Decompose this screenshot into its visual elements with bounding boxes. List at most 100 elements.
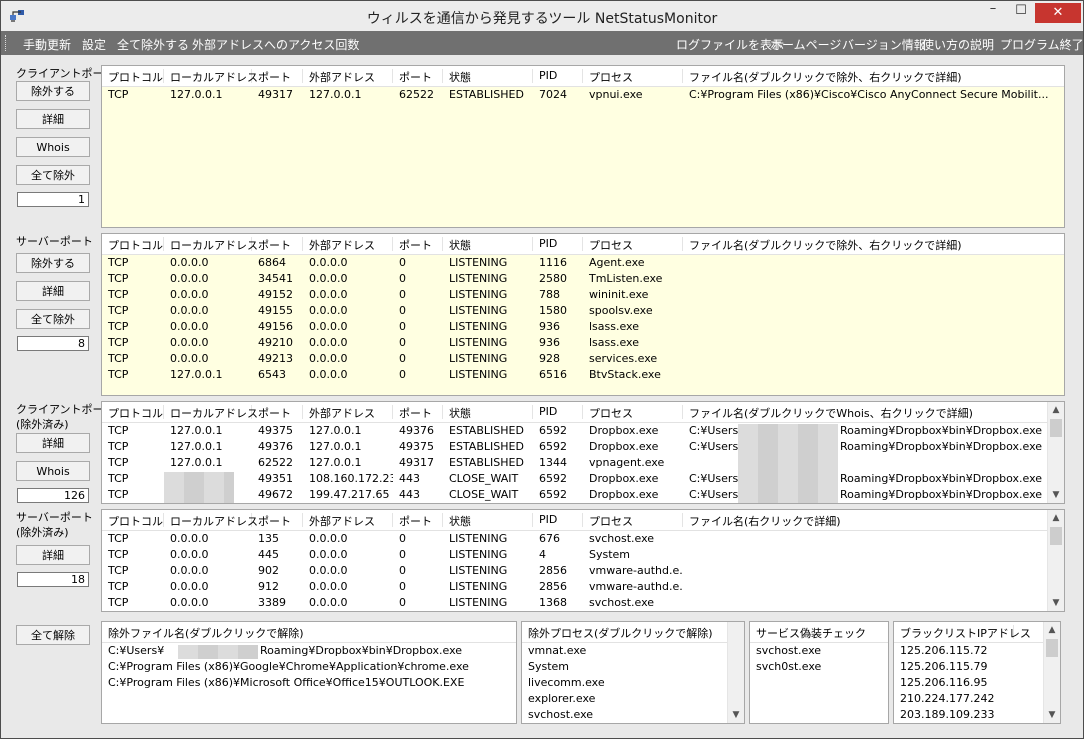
list-item[interactable]: C:¥Program Files (x86)¥Microsoft Office¥… xyxy=(102,675,516,691)
col-header-pid[interactable]: PID xyxy=(533,69,583,83)
col-header-local-address[interactable]: ローカルアドレス xyxy=(164,513,258,528)
list-item[interactable]: 203.189.109.233 xyxy=(894,708,1042,721)
table-row[interactable]: TCP 127.0.0.1 62522 127.0.0.1 49317 ESTABLISH… xyxy=(102,455,1064,471)
service-spoof-check-list[interactable]: サービス偽装チェック svchost.exe svch0st.exe xyxy=(749,621,889,724)
close-button[interactable]: ✕ xyxy=(1035,3,1081,23)
list-item[interactable]: svchost.exe xyxy=(522,708,722,721)
col-header-process[interactable]: プロセス xyxy=(583,237,683,252)
menu-exit[interactable]: プログラム終了 xyxy=(1000,36,1084,53)
list-item[interactable]: svchost.exe xyxy=(750,644,880,657)
scroll-thumb[interactable] xyxy=(1050,419,1062,437)
minimize-button[interactable]: – xyxy=(979,1,1007,21)
list-item[interactable]: svch0st.exe xyxy=(750,660,880,673)
col-header-remote-port[interactable]: ポート xyxy=(393,69,443,84)
list-item[interactable]: explorer.exe xyxy=(522,692,722,705)
col-header-remote-port[interactable]: ポート xyxy=(393,405,443,420)
list-item[interactable]: 125.206.115.72 xyxy=(894,644,1042,657)
table-row[interactable]: TCP 0.0.0.0 49213 0.0.0.0 0 LISTENING 928 servi… xyxy=(102,351,1064,367)
scroll-up-icon[interactable]: ▲ xyxy=(1048,402,1064,418)
col-header-local-address[interactable]: ローカルアドレス xyxy=(164,69,258,84)
table-row[interactable]: TCP 49351 108.160.172.236 443 CLOSE_WAIT 6592… xyxy=(102,471,1064,487)
col-header-state[interactable]: 状態 xyxy=(443,513,533,528)
table-row[interactable]: TCP 0.0.0.0 49152 0.0.0.0 0 LISTENING 788 winin… xyxy=(102,287,1064,303)
blacklist-scrollbar[interactable]: ▲ ▼ xyxy=(1043,622,1060,723)
col-header-state[interactable]: 状態 xyxy=(443,69,533,84)
client-exclude-all-button[interactable]: 全て除外 xyxy=(16,165,90,185)
table-row[interactable]: TCP 127.0.0.1 6543 0.0.0.0 0 LISTENING 6516 Btv… xyxy=(102,367,1064,383)
scroll-down-icon[interactable]: ▼ xyxy=(1048,595,1064,611)
server-excluded-detail-button[interactable]: 詳細 xyxy=(16,545,90,565)
col-header-pid[interactable]: PID xyxy=(533,513,583,527)
scroll-up-icon[interactable]: ▲ xyxy=(1044,622,1060,638)
col-header-process[interactable]: プロセス xyxy=(583,513,683,528)
scroll-thumb[interactable] xyxy=(1046,639,1058,657)
col-header-remote-address[interactable]: 外部アドレス xyxy=(303,513,393,528)
scroll-down-icon[interactable]: ▼ xyxy=(1048,487,1064,503)
col-header-process[interactable]: プロセス xyxy=(583,405,683,420)
server-exclude-all-button[interactable]: 全て除外 xyxy=(16,309,90,329)
menu-settings[interactable]: 設定 xyxy=(82,36,106,53)
list-item[interactable]: 125.206.115.79 xyxy=(894,660,1042,673)
menu-manual-refresh[interactable]: 手動更新 xyxy=(23,36,71,53)
table-row[interactable]: TCP 0.0.0.0 6864 0.0.0.0 0 LISTENING 1116 Agent… xyxy=(102,255,1064,271)
client-excluded-whois-button[interactable]: Whois xyxy=(16,461,90,481)
menu-homepage[interactable]: ホームページ xyxy=(770,36,841,53)
col-header-local-port[interactable]: ポート xyxy=(252,513,303,528)
table-row[interactable]: TCP 0.0.0.0 49155 0.0.0.0 0 LISTENING 1580 spoo… xyxy=(102,303,1064,319)
table-row[interactable]: TCP 0.0.0.0 49210 0.0.0.0 0 LISTENING 936 lsass… xyxy=(102,335,1064,351)
col-header-remote-address[interactable]: 外部アドレス xyxy=(303,405,393,420)
client-excluded-detail-button[interactable]: 詳細 xyxy=(16,433,90,453)
list-item[interactable]: System xyxy=(522,660,722,673)
list-item[interactable]: vmnat.exe xyxy=(522,644,722,657)
menu-version[interactable]: バージョン情報 xyxy=(842,36,926,53)
menu-access-count[interactable]: 外部アドレスへのアクセス回数 xyxy=(192,36,359,53)
table-row[interactable]: TCP 0.0.0.0 445 0.0.0.0 0 LISTENING 4 System xyxy=(102,547,1064,563)
table-row[interactable]: TCP 0.0.0.0 135 0.0.0.0 0 LISTENING 676 svchost… xyxy=(102,531,1064,547)
scroll-down-icon[interactable]: ▼ xyxy=(1044,707,1060,723)
col-header-state[interactable]: 状態 xyxy=(443,237,533,252)
list-item[interactable]: C:¥Users¥ Roaming¥Dropbox¥bin¥Dropbox.exe xyxy=(102,643,516,659)
server_excl-scrollbar[interactable]: ▲ ▼ xyxy=(1047,510,1064,611)
table-row[interactable]: TCP 0.0.0.0 912 0.0.0.0 0 LISTENING 2856 vmware… xyxy=(102,579,1064,595)
col-header-file-name[interactable]: ファイル名(ダブルクリックでWhois、右クリックで詳細) xyxy=(683,405,1045,420)
col-header-protocol[interactable]: プロトコル xyxy=(102,513,164,528)
server-exclude-button[interactable]: 除外する xyxy=(16,253,90,273)
col-header-protocol[interactable]: プロトコル xyxy=(102,69,164,84)
list-item[interactable]: 125.206.116.95 xyxy=(894,676,1042,689)
col-header-remote-address[interactable]: 外部アドレス xyxy=(303,237,393,252)
col-header-protocol[interactable]: プロトコル xyxy=(102,237,164,252)
blacklist-ip-list[interactable]: ブラックリストIPアドレス 125.206.115.72 125.206.115.… xyxy=(893,621,1061,724)
client-detail-button[interactable]: 詳細 xyxy=(16,109,90,129)
table-row[interactable]: TCP 127.0.0.1 49376 127.0.0.1 49375 ESTABLISH… xyxy=(102,439,1064,455)
list-item[interactable]: C:¥Program Files (x86)¥Google¥Chrome¥App… xyxy=(102,659,516,675)
service-spoof-header[interactable]: サービス偽装チェック xyxy=(750,625,888,640)
menu-how-to-use[interactable]: 使い方の説明 xyxy=(922,36,994,53)
col-header-protocol[interactable]: プロトコル xyxy=(102,405,164,420)
col-header-file-name[interactable]: ファイル名(ダブルクリックで除外、右クリックで詳細) xyxy=(683,69,1064,84)
scroll-thumb[interactable] xyxy=(1050,527,1062,545)
col-header-file-name[interactable]: ファイル名(ダブルクリックで除外、右クリックで詳細) xyxy=(683,237,1064,252)
table-row[interactable]: TCP 49672 199.47.217.65 443 CLOSE_WAIT 6592 Dr… xyxy=(102,487,1064,503)
excluded-files-header[interactable]: 除外ファイル名(ダブルクリックで解除) xyxy=(102,625,516,640)
table-row[interactable]: TCP 0.0.0.0 902 0.0.0.0 0 LISTENING 2856 vmware… xyxy=(102,563,1064,579)
table-row[interactable]: TCP 0.0.0.0 34541 0.0.0.0 0 LISTENING 2580 TmLi… xyxy=(102,271,1064,287)
table-row[interactable]: TCP 127.0.0.1 49375 127.0.0.1 49376 ESTABLISH… xyxy=(102,423,1064,439)
excluded-process-list[interactable]: 除外プロセス(ダブルクリックで解除) vmnat.exe System liveco… xyxy=(521,621,745,724)
col-header-remote-port[interactable]: ポート xyxy=(393,513,443,528)
list-item[interactable]: 210.224.177.242 xyxy=(894,692,1042,705)
col-header-pid[interactable]: PID xyxy=(533,237,583,251)
col-header-file-name[interactable]: ファイル名(右クリックで詳細) xyxy=(683,513,1045,528)
list-item[interactable]: livecomm.exe xyxy=(522,676,722,689)
blacklist-header[interactable]: ブラックリストIPアドレス xyxy=(894,625,1031,640)
col-header-local-port[interactable]: ポート xyxy=(252,405,303,420)
toolbar-grip-icon[interactable] xyxy=(5,35,9,51)
client-whois-button[interactable]: Whois xyxy=(16,137,90,157)
col-header-process[interactable]: プロセス xyxy=(583,69,683,84)
excluded-files-list[interactable]: 除外ファイル名(ダブルクリックで解除) C:¥Users¥ Roaming¥Dro… xyxy=(101,621,517,724)
server-detail-button[interactable]: 詳細 xyxy=(16,281,90,301)
col-header-local-address[interactable]: ローカルアドレス xyxy=(164,237,258,252)
col-header-local-port[interactable]: ポート xyxy=(252,237,303,252)
table-row[interactable]: TCP 0.0.0.0 3389 0.0.0.0 0 LISTENING 1368 svcho… xyxy=(102,595,1064,611)
col-header-local-port[interactable]: ポート xyxy=(252,69,303,84)
client_excl-scrollbar[interactable]: ▲ ▼ xyxy=(1047,402,1064,503)
